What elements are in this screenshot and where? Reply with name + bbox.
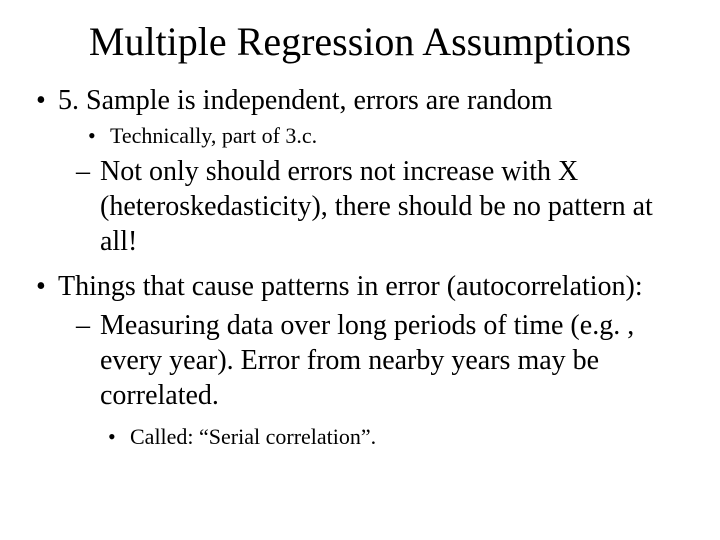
bullet-assumption-5: 5. Sample is independent, errors are ran… [30, 83, 690, 118]
subbullet-serial-correlation: Called: “Serial correlation”. [30, 423, 690, 451]
subbullet-technically: Technically, part of 3.c. [30, 122, 690, 150]
slide: Multiple Regression Assumptions 5. Sampl… [0, 0, 720, 540]
bullet-autocorrelation: Things that cause patterns in error (aut… [30, 269, 690, 304]
dash-heteroskedasticity: Not only should errors not increase with… [30, 154, 690, 259]
slide-title: Multiple Regression Assumptions [30, 18, 690, 65]
dash-time-series: Measuring data over long periods of time… [30, 308, 690, 413]
